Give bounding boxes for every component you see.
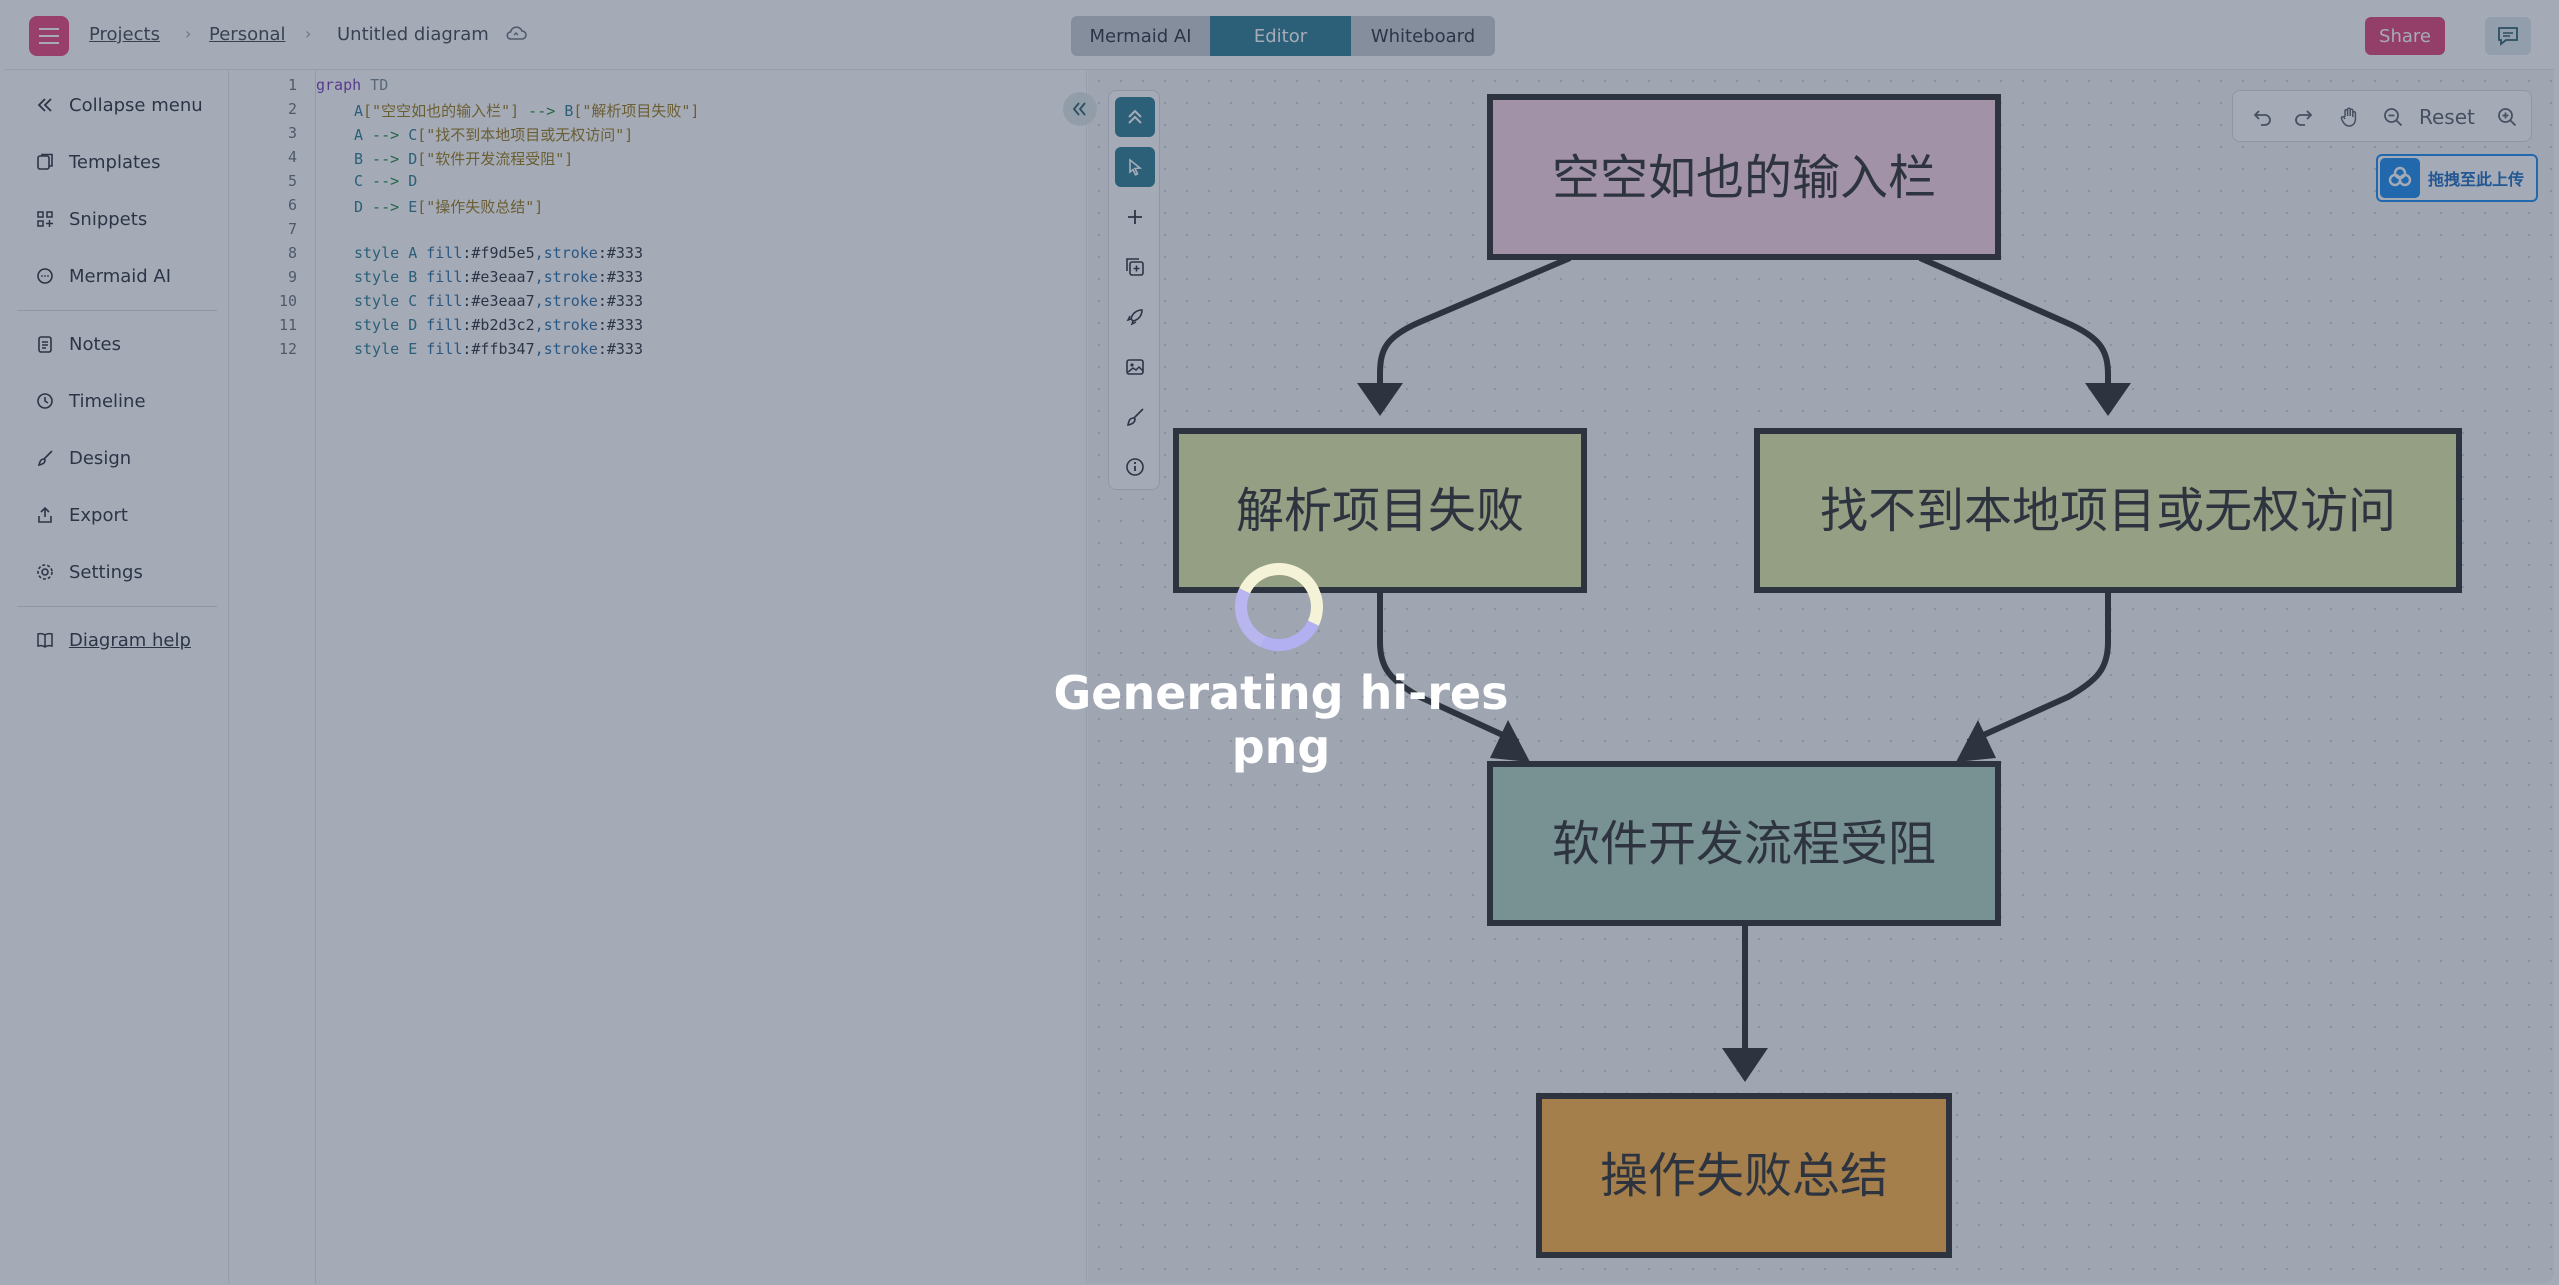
loading-message: Generating hi-res png [1053,666,1509,774]
